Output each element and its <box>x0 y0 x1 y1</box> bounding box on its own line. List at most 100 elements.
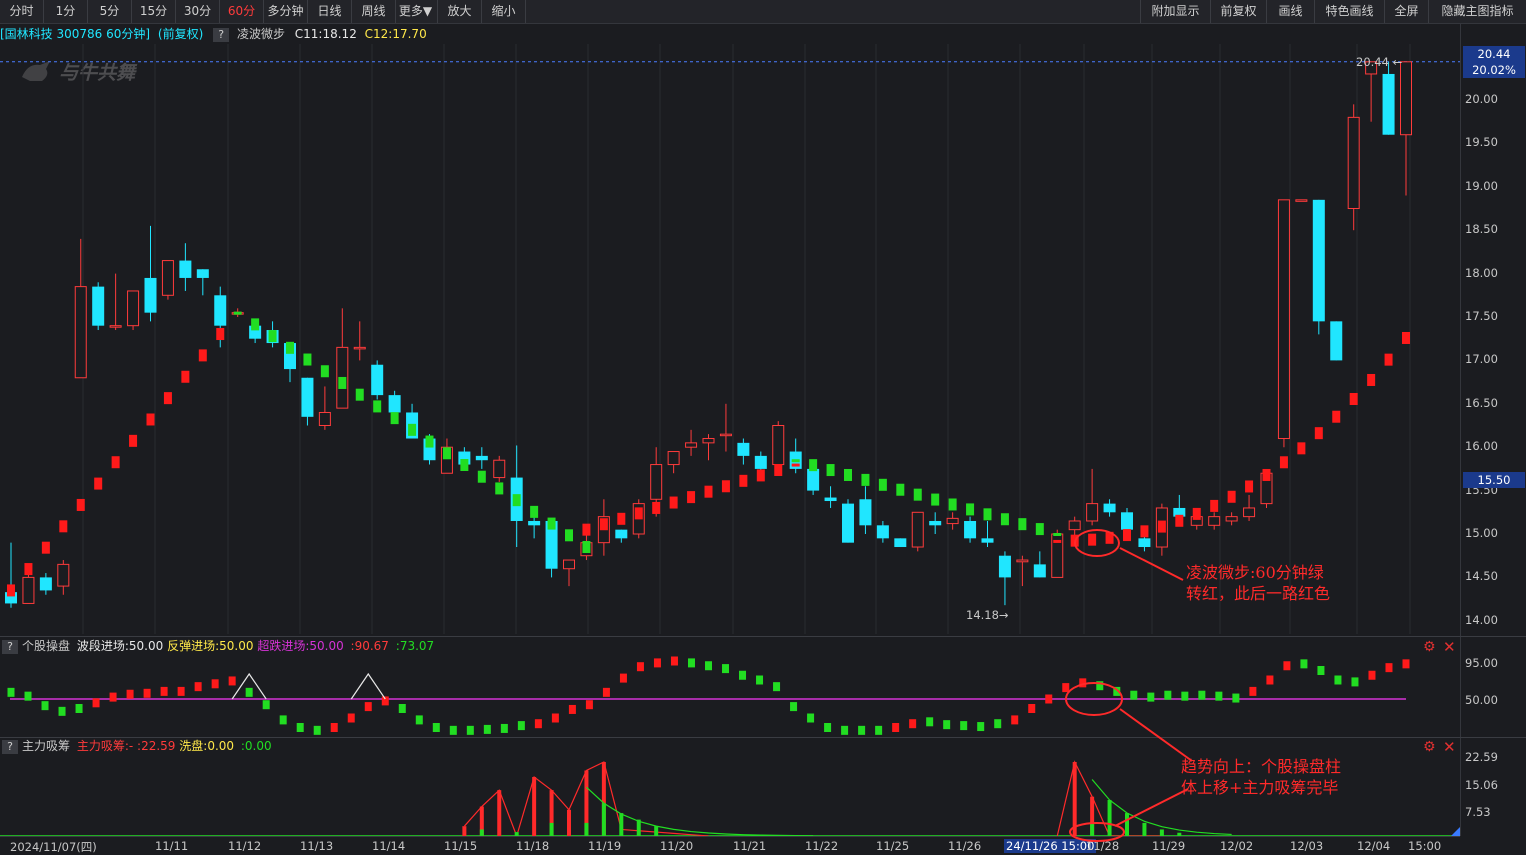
toolbar-btn-5[interactable]: 60分 <box>220 0 264 23</box>
time-label: 11/29 <box>1152 839 1186 853</box>
osc-bar <box>313 725 321 735</box>
osc-bar <box>245 687 253 697</box>
oscillator-chart[interactable] <box>0 656 1460 736</box>
toolbar-right-btn-1[interactable]: 前复权 <box>1210 0 1266 23</box>
price-tick: 16.50 <box>1465 395 1498 410</box>
osc-bar <box>1079 678 1087 688</box>
indicator-name[interactable]: 凌波微步 <box>237 27 285 41</box>
lingbo-dot <box>652 501 661 514</box>
accum-green-bar <box>549 822 554 836</box>
stock-title[interactable]: [国林科技 300786 60分钟] <box>0 27 150 41</box>
osc-bar <box>1334 675 1342 685</box>
toolbar-btn-11[interactable]: 缩小 <box>482 0 526 23</box>
lingbo-dot <box>809 459 818 472</box>
accum-close-icon[interactable]: ✕ <box>1443 740 1457 755</box>
osc-bar <box>551 713 559 723</box>
help-icon[interactable]: ? <box>213 27 230 42</box>
candle-body-down <box>1103 503 1116 513</box>
help-icon[interactable]: ? <box>2 639 18 654</box>
osc-bar <box>1028 704 1036 713</box>
oscillator-legend: ? 个股操盘 波段进场:50.00 反弹进场:50.00 超跌进场:50.00 :… <box>2 638 434 654</box>
toolbar-btn-1[interactable]: 1分 <box>44 0 88 23</box>
accum-wash: 洗盘:0.00 <box>179 739 235 753</box>
accum-red-bar <box>532 777 537 836</box>
candle-body-up <box>318 411 331 427</box>
lingbo-dot <box>59 520 68 533</box>
osc-bar <box>943 720 951 730</box>
price-tick: 18.50 <box>1465 222 1498 237</box>
toolbar-btn-2[interactable]: 5分 <box>88 0 132 23</box>
lingbo-dot <box>1018 518 1027 531</box>
annotation-trend: 趋势向上：个股操盘柱 体上移+主力吸筹完毕 <box>1181 756 1341 798</box>
osc-bar <box>75 704 83 713</box>
toolbar-right-btn-0[interactable]: 附加显示 <box>1140 0 1210 23</box>
candlestick-chart[interactable]: 20.44 ← 14.18→ <box>0 44 1460 634</box>
osc-bar <box>1385 663 1393 673</box>
indicator-c2: C12:17.70 <box>364 27 427 41</box>
lingbo-dot <box>94 477 103 490</box>
candle-body-down <box>39 577 52 591</box>
lingbo-dot <box>1053 533 1062 536</box>
osc-bar <box>1045 694 1053 704</box>
accum-name[interactable]: 主力吸筹 <box>22 739 70 753</box>
toolbar-btn-3[interactable]: 15分 <box>132 0 176 23</box>
toolbar-btn-9[interactable]: 更多▼ <box>394 0 438 23</box>
candle-body-up <box>1016 559 1029 563</box>
lingbo-dot <box>966 503 975 516</box>
toolbar-right-btn-5[interactable]: 隐藏主图指标 <box>1428 0 1526 23</box>
lingbo-dot <box>1175 514 1184 527</box>
lingbo-dot <box>460 458 469 471</box>
lingbo-dot <box>7 584 15 597</box>
osc-bar <box>619 673 627 683</box>
candle-body-up <box>1225 516 1238 522</box>
osc-bar <box>875 725 883 735</box>
help-icon[interactable]: ? <box>2 739 18 754</box>
lingbo-dot <box>216 328 225 341</box>
osc-bar <box>960 721 968 731</box>
lingbo-dot <box>1245 480 1254 493</box>
candle-body-up <box>1243 507 1256 518</box>
osc-close-icon[interactable]: ✕ <box>1443 640 1457 655</box>
candle-body-down <box>859 499 872 526</box>
adjust-mode[interactable]: (前复权) <box>158 27 203 41</box>
candle-body-down <box>894 538 907 548</box>
osc-bar <box>1096 681 1104 691</box>
toolbar-btn-7[interactable]: 日线 <box>308 0 352 23</box>
toolbar-btn-6[interactable]: 多分钟 <box>264 0 308 23</box>
candle-body-down <box>981 538 994 543</box>
annotation-lingbo-line1: 凌波微步:60分钟绿 <box>1186 563 1324 582</box>
toolbar-btn-10[interactable]: 放大 <box>438 0 482 23</box>
toolbar-btn-0[interactable]: 分时 <box>0 0 44 23</box>
osc-bar <box>279 715 287 725</box>
lingbo-dot <box>442 447 451 460</box>
stock-chart-window: 分时 1分 5分 15分 30分 60分 多分钟 日线 周线 更多▼ 放大 缩小 附加显示 前复权 画线 特色… <box>0 0 1526 855</box>
lingbo-dot <box>268 330 277 343</box>
lingbo-dot <box>251 318 260 331</box>
osc-bar <box>1215 691 1223 701</box>
candle-body-down <box>1138 538 1151 548</box>
toolbar-btn-4[interactable]: 30分 <box>176 0 220 23</box>
osc-bar <box>1283 661 1291 671</box>
toolbar-btn-8[interactable]: 周线 <box>352 0 396 23</box>
osc-bar <box>1317 666 1325 675</box>
osc-settings-gear-icon[interactable]: ⚙ <box>1423 640 1437 654</box>
time-label: 11/21 <box>733 839 767 853</box>
toolbar-right-btn-2[interactable]: 画线 <box>1266 0 1314 23</box>
time-label: 11/22 <box>805 839 839 853</box>
toolbar-right-btn-3[interactable]: 特色画线 <box>1314 0 1384 23</box>
osc-bar <box>58 706 66 716</box>
price-tag-tag_price: 20.44 <box>1463 46 1525 62</box>
lingbo-dot <box>320 365 329 378</box>
accum-green-bar <box>636 819 641 836</box>
accum-settings-gear-icon[interactable]: ⚙ <box>1423 740 1437 754</box>
lingbo-dot <box>896 483 905 496</box>
high-label: 20.44 ← <box>1356 55 1402 69</box>
candle-body-down <box>1330 321 1343 361</box>
corner-marker-icon <box>1451 827 1460 836</box>
toolbar-right-btn-4[interactable]: 全屏 <box>1384 0 1428 23</box>
lingbo-dot <box>1105 531 1114 544</box>
time-label: 11/19 <box>588 839 622 853</box>
candle-body-down <box>301 377 314 417</box>
osc-name[interactable]: 个股操盘 <box>22 639 70 653</box>
osc-bar <box>109 692 117 702</box>
